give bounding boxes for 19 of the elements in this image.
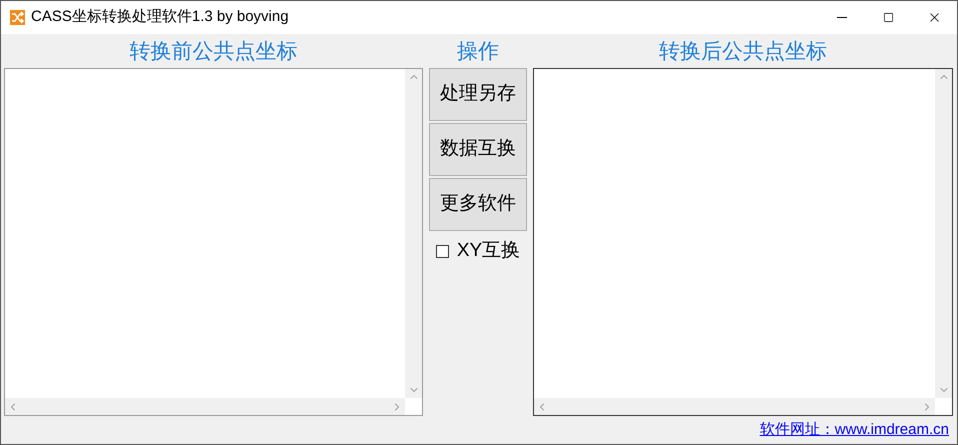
text-area[interactable] bbox=[533, 68, 953, 416]
action-button[interactable]: 数据互换 bbox=[429, 123, 527, 176]
window-title: CASS坐标转换处理软件1.3 by boyving bbox=[31, 7, 289, 28]
vertical-scrollbar[interactable] bbox=[405, 69, 422, 398]
horizontal-scrollbar[interactable] bbox=[534, 398, 935, 415]
panel-heading: 转换后公共点坐标 bbox=[658, 38, 828, 64]
horizontal-scrollbar[interactable] bbox=[5, 398, 405, 415]
website-link[interactable]: 软件网址：www.imdream.cn bbox=[760, 418, 949, 442]
text-area[interactable] bbox=[4, 68, 423, 416]
checkbox-label[interactable]: XY互换 bbox=[436, 237, 520, 266]
operations-heading: 操作 bbox=[457, 38, 499, 64]
action-button[interactable]: 处理另存 bbox=[429, 68, 527, 121]
checkbox[interactable] bbox=[436, 244, 449, 258]
minimize-icon bbox=[837, 17, 847, 18]
action-button[interactable]: 更多软件 bbox=[429, 178, 527, 231]
maximize-icon bbox=[882, 12, 894, 23]
panel-heading: 转换前公共点坐标 bbox=[128, 38, 298, 64]
shuffle-icon bbox=[10, 10, 25, 25]
vertical-scrollbar[interactable] bbox=[935, 69, 952, 398]
